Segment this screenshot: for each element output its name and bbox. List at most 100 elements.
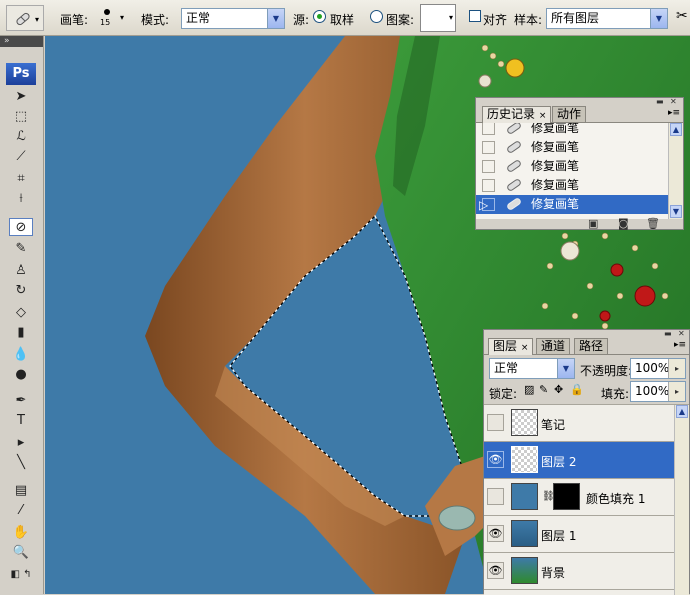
chevron-right-icon: ▸ — [668, 382, 685, 401]
crop-tool-icon[interactable]: ⌗ — [9, 170, 33, 188]
path-select-tool-icon[interactable]: ▸ — [9, 434, 33, 452]
layer-row[interactable]: 👁 背景 — [484, 553, 676, 590]
sample-select[interactable]: 所有图层 ▼ — [546, 8, 668, 29]
magic-wand-tool-icon[interactable]: ⟋ — [9, 148, 33, 166]
blend-mode-select[interactable]: 正常 ▼ — [489, 358, 575, 379]
pattern-picker[interactable]: ▾ — [420, 4, 456, 32]
tab-history[interactable]: 历史记录 × — [482, 106, 552, 123]
history-item[interactable]: 修复画笔 — [476, 138, 683, 157]
hand-tool-icon[interactable]: ✋ — [9, 524, 33, 542]
scroll-down-icon[interactable]: ▼ — [670, 205, 682, 218]
zoom-tool-icon[interactable]: 🔍 — [9, 544, 33, 562]
snapshot-checkbox[interactable] — [482, 160, 495, 173]
sampled-radio[interactable] — [313, 10, 326, 23]
minimize-icon[interactable]: ▬ — [656, 97, 664, 106]
brush-tool-icon[interactable]: ✎ — [9, 240, 33, 258]
move-tool-icon[interactable]: ➤ — [9, 88, 33, 106]
healing-brush-icon — [507, 198, 521, 210]
options-bar: ▾ 画笔: 15 ▾ 模式: 正常 ▼ 源: 取样 图案: ▾ 对齐 样本: 所… — [0, 0, 690, 36]
history-item[interactable]: 修复画笔 — [476, 123, 683, 138]
layer-row[interactable]: 👁 图层 1 — [484, 516, 676, 553]
history-item-selected[interactable]: ▷ 修复画笔 — [476, 195, 683, 214]
healing-brush-tool-icon[interactable]: ⊘ — [9, 218, 33, 236]
eye-icon[interactable]: 👁 — [487, 451, 504, 468]
layer-row[interactable]: ⛓ 颜色填充 1 — [484, 479, 676, 516]
history-item-label: 修复画笔 — [531, 178, 580, 192]
eyedropper-tool-icon[interactable]: ⁄ — [9, 502, 33, 520]
new-document-from-state-icon[interactable]: ▣ — [588, 217, 598, 230]
snapshot-checkbox[interactable] — [482, 179, 495, 192]
layer-list: 笔记 👁 图层 2 ⛓ 颜色填充 1 👁 图层 1 👁 背景 ▲ — [484, 405, 689, 595]
gradient-tool-icon[interactable]: ▮ — [9, 324, 33, 342]
ignore-adjustment-icon[interactable]: ✂ — [676, 8, 688, 24]
tab-layers[interactable]: 图层 × — [488, 338, 534, 355]
scroll-up-icon[interactable]: ▲ — [676, 405, 688, 418]
new-snapshot-icon[interactable]: ◙ — [618, 217, 629, 230]
layers-tabs: 图层 × 通道 路径 ▸≡ — [484, 338, 689, 355]
lock-position-icon[interactable]: ✥ — [554, 383, 563, 396]
snapshot-checkbox[interactable] — [482, 141, 495, 154]
eye-icon[interactable]: 👁 — [487, 562, 504, 579]
eye-icon[interactable]: 👁 — [487, 525, 504, 542]
source-label: 源: — [293, 13, 310, 27]
history-scrollbar[interactable]: ▲ ▼ — [668, 123, 683, 219]
photoshop-logo[interactable]: Ps — [6, 63, 36, 85]
opacity-input[interactable]: 100% ▸ — [630, 358, 686, 379]
stamp-tool-icon[interactable]: ♙ — [9, 262, 33, 280]
blur-tool-icon[interactable]: 💧 — [9, 346, 33, 364]
close-icon[interactable]: ✕ — [678, 329, 685, 338]
panel-menu-icon[interactable]: ▸≡ — [668, 108, 680, 118]
history-pointer-icon: ▷ — [479, 198, 489, 212]
tab-channels[interactable]: 通道 — [536, 338, 571, 354]
line-tool-icon[interactable]: ╲ — [9, 454, 33, 472]
visibility-toggle[interactable] — [487, 488, 504, 505]
visibility-toggle[interactable] — [487, 414, 504, 431]
scroll-up-icon[interactable]: ▲ — [670, 123, 682, 136]
layers-scrollbar[interactable]: ▲ — [674, 405, 689, 595]
snapshot-checkbox[interactable] — [482, 123, 495, 135]
minimize-icon[interactable]: ▬ — [664, 329, 672, 338]
brush-tip-icon — [104, 9, 110, 15]
brush-picker[interactable]: 15 ▾ — [94, 5, 134, 31]
history-item[interactable]: 修复画笔 — [476, 157, 683, 176]
panel-menu-icon[interactable]: ▸≡ — [674, 340, 686, 350]
lock-image-icon[interactable]: ✎ — [539, 383, 548, 396]
trash-icon[interactable]: 🗑 — [646, 217, 660, 230]
history-brush-tool-icon[interactable]: ↻ — [9, 282, 33, 300]
slice-tool-icon[interactable]: ⟊ — [9, 190, 33, 208]
close-icon[interactable]: ✕ — [670, 97, 677, 106]
lock-transparency-icon[interactable]: ▨ — [524, 383, 534, 396]
pattern-radio[interactable] — [370, 10, 383, 23]
lasso-tool-icon[interactable]: ℒ — [9, 128, 33, 146]
layer-name: 颜色填充 1 — [586, 492, 646, 506]
history-item-label: 修复画笔 — [531, 123, 580, 135]
pen-tool-icon[interactable]: ✒ — [9, 392, 33, 410]
brush-label: 画笔: — [60, 13, 89, 27]
history-item[interactable]: 修复画笔 — [476, 176, 683, 195]
type-tool-icon[interactable]: T — [9, 412, 33, 430]
close-tab-icon[interactable]: × — [521, 343, 529, 353]
eraser-tool-icon[interactable]: ◇ — [9, 304, 33, 322]
dodge-tool-icon[interactable]: ● — [9, 366, 33, 384]
pattern-label: 图案: — [386, 13, 415, 27]
aligned-checkbox[interactable] — [469, 10, 481, 22]
close-tab-icon[interactable]: × — [539, 111, 547, 121]
chevron-down-icon: ▾ — [448, 13, 453, 22]
tab-paths[interactable]: 路径 — [574, 338, 609, 354]
mode-select[interactable]: 正常 ▼ — [181, 8, 285, 29]
tool-preset-picker[interactable]: ▾ — [6, 5, 44, 31]
notes-tool-icon[interactable]: ▤ — [9, 482, 33, 500]
layer-row-selected[interactable]: 👁 图层 2 — [484, 442, 676, 479]
tab-actions[interactable]: 动作 — [552, 106, 587, 122]
layer-mask-thumbnail — [553, 483, 580, 510]
color-swap-icon[interactable]: ◧ ↰ — [9, 566, 33, 584]
opacity-label: 不透明度: — [580, 364, 633, 378]
toolbox-grip[interactable]: » — [0, 36, 43, 47]
chevron-down-icon: ▾ — [35, 15, 40, 24]
lock-all-icon[interactable]: 🔒 — [570, 383, 584, 396]
fill-input[interactable]: 100% ▸ — [630, 381, 686, 402]
tab-paths-label: 路径 — [579, 339, 604, 353]
history-item-label: 修复画笔 — [531, 159, 580, 173]
marquee-tool-icon[interactable]: ⬚ — [9, 108, 33, 126]
layer-row[interactable]: 笔记 — [484, 405, 676, 442]
